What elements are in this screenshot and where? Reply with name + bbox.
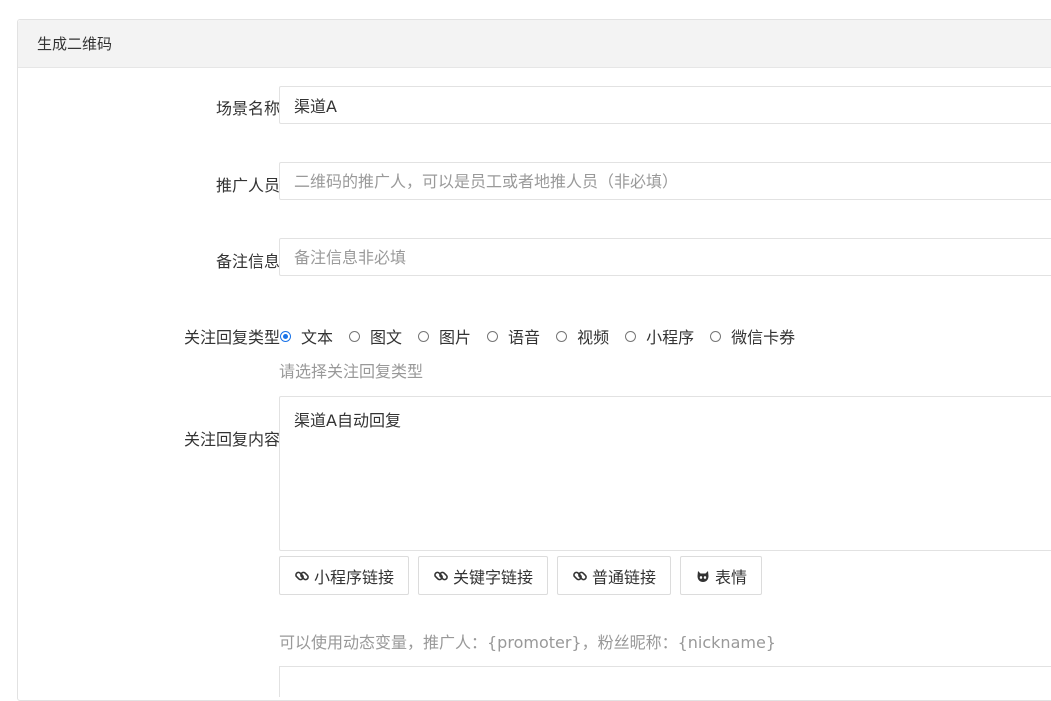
github-cat-icon — [697, 570, 709, 582]
reply-content-textarea[interactable]: 渠道A自动回复 — [279, 396, 1051, 551]
radio-label: 图文 — [370, 328, 403, 347]
radio-label: 视频 — [577, 328, 610, 347]
promoter-label: 推广人员 — [215, 176, 280, 195]
radio-wechat-card[interactable]: 微信卡券 — [710, 324, 795, 348]
radio-icon[interactable] — [556, 330, 568, 342]
button-label: 关键字链接 — [453, 567, 534, 587]
radio-icon[interactable] — [710, 330, 722, 342]
radio-label: 图片 — [439, 328, 472, 347]
reply-content-label: 关注回复内容 — [183, 430, 280, 449]
radio-video[interactable]: 视频 — [556, 324, 609, 348]
remark-input[interactable] — [279, 238, 1051, 276]
radio-icon[interactable] — [625, 330, 637, 342]
next-field-input[interactable] — [279, 666, 1051, 697]
radio-label: 语音 — [508, 328, 541, 347]
reply-type-label: 关注回复类型 — [183, 328, 280, 347]
radio-label: 文本 — [301, 328, 334, 347]
radio-image[interactable]: 图片 — [418, 324, 471, 348]
button-label: 普通链接 — [592, 567, 657, 587]
emoji-button[interactable]: 表情 — [680, 556, 763, 595]
radio-icon[interactable] — [487, 330, 499, 342]
link-icon — [573, 571, 587, 580]
normal-link-button[interactable]: 普通链接 — [557, 556, 672, 595]
reply-type-hint: 请选择关注回复类型 — [279, 362, 424, 381]
scene-name-input[interactable] — [279, 86, 1051, 124]
radio-icon[interactable] — [418, 330, 430, 342]
radio-miniprogram[interactable]: 小程序 — [625, 324, 694, 348]
radio-label: 微信卡券 — [731, 328, 796, 347]
radio-text[interactable]: 文本 — [280, 324, 333, 348]
miniprogram-link-button[interactable]: 小程序链接 — [279, 556, 410, 595]
radio-news[interactable]: 图文 — [349, 324, 402, 348]
radio-checked-icon[interactable] — [280, 330, 291, 342]
scene-name-label: 场景名称 — [215, 99, 280, 118]
radio-voice[interactable]: 语音 — [487, 324, 540, 348]
panel-title: 生成二维码 — [18, 20, 1051, 68]
reply-content-hint: 可以使用动态变量，推广人：{promoter}，粉丝昵称：{nickname} — [279, 633, 776, 652]
promoter-input[interactable] — [279, 162, 1051, 200]
button-label: 表情 — [715, 567, 748, 587]
reply-type-radio-group: 文本 图文 图片 语音 视频 小程序 微信卡券 — [280, 324, 811, 348]
remark-label: 备注信息 — [215, 252, 280, 271]
radio-icon[interactable] — [349, 330, 361, 342]
radio-label: 小程序 — [646, 328, 695, 347]
button-label: 小程序链接 — [314, 567, 395, 587]
link-icon — [295, 571, 309, 580]
link-icon — [434, 571, 448, 580]
keyword-link-button[interactable]: 关键字链接 — [418, 556, 549, 595]
